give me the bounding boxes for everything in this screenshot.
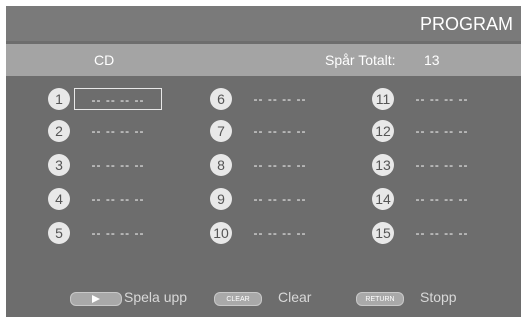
slot-number: 10 xyxy=(210,222,232,244)
slot-value[interactable]: -- -- -- -- xyxy=(74,88,162,110)
page-title: PROGRAM xyxy=(419,14,513,34)
slot-value[interactable]: -- -- -- -- xyxy=(398,120,486,142)
slot-value[interactable]: -- -- -- -- xyxy=(236,120,324,142)
disc-type: CD xyxy=(94,52,115,68)
slot-number: 7 xyxy=(210,120,232,142)
slot-value[interactable]: -- -- -- -- xyxy=(74,222,162,244)
slot-number: 11 xyxy=(372,88,394,110)
program-slot[interactable]: 15 -- -- -- -- xyxy=(372,222,482,246)
total-tracks-label: Spår Totalt: xyxy=(325,52,396,68)
slot-number: 12 xyxy=(372,120,394,142)
program-slot[interactable]: 11 -- -- -- -- xyxy=(372,88,482,112)
slot-value[interactable]: -- -- -- -- xyxy=(236,188,324,210)
return-button-text: RETURN xyxy=(365,295,395,303)
program-slot[interactable]: 10 -- -- -- -- xyxy=(210,222,320,246)
slot-value[interactable]: -- -- -- -- xyxy=(74,120,162,142)
program-slot[interactable]: 8 -- -- -- -- xyxy=(210,154,320,178)
slot-value[interactable]: -- -- -- -- xyxy=(74,188,162,210)
clear-label: Clear xyxy=(278,289,312,305)
slot-value[interactable]: -- -- -- -- xyxy=(398,154,486,176)
return-button[interactable]: RETURN xyxy=(356,292,404,306)
control-hints: Spela upp CLEAR Clear RETURN Stopp xyxy=(6,288,521,312)
program-slot[interactable]: 12 -- -- -- -- xyxy=(372,120,482,144)
program-slot[interactable]: 3 -- -- -- -- xyxy=(48,154,158,178)
play-icon xyxy=(92,295,100,303)
slot-number: 4 xyxy=(48,188,70,210)
play-button[interactable] xyxy=(70,292,122,306)
slot-number: 1 xyxy=(48,88,70,110)
program-slot[interactable]: 4 -- -- -- -- xyxy=(48,188,158,212)
slot-number: 14 xyxy=(372,188,394,210)
clear-button-text: CLEAR xyxy=(226,295,250,303)
play-label: Spela upp xyxy=(124,289,188,305)
slot-number: 3 xyxy=(48,154,70,176)
slot-number: 5 xyxy=(48,222,70,244)
slot-value[interactable]: -- -- -- -- xyxy=(236,88,324,110)
program-slot[interactable]: 6 -- -- -- -- xyxy=(210,88,320,112)
total-tracks-value: 13 xyxy=(424,52,440,68)
program-slot[interactable]: 1 -- -- -- -- xyxy=(48,88,162,112)
program-slot[interactable]: 14 -- -- -- -- xyxy=(372,188,482,212)
slot-number: 6 xyxy=(210,88,232,110)
program-slot[interactable]: 5 -- -- -- -- xyxy=(48,222,158,246)
clear-button[interactable]: CLEAR xyxy=(214,292,262,306)
program-slot[interactable]: 2 -- -- -- -- xyxy=(48,120,158,144)
slot-number: 13 xyxy=(372,154,394,176)
slot-number: 8 xyxy=(210,154,232,176)
title-bar: PROGRAM xyxy=(6,6,521,41)
slot-number: 15 xyxy=(372,222,394,244)
slot-value[interactable]: -- -- -- -- xyxy=(236,154,324,176)
slot-number: 2 xyxy=(48,120,70,142)
program-slot[interactable]: 9 -- -- -- -- xyxy=(210,188,320,212)
slot-value[interactable]: -- -- -- -- xyxy=(398,188,486,210)
program-slot[interactable]: 7 -- -- -- -- xyxy=(210,120,320,144)
slot-value[interactable]: -- -- -- -- xyxy=(398,222,486,244)
slot-value[interactable]: -- -- -- -- xyxy=(398,88,486,110)
program-screen: PROGRAM CD Spår Totalt: 13 1 -- -- -- --… xyxy=(6,6,521,317)
program-slot[interactable]: 13 -- -- -- -- xyxy=(372,154,482,178)
slot-value[interactable]: -- -- -- -- xyxy=(236,222,324,244)
info-bar: CD Spår Totalt: 13 xyxy=(6,44,521,76)
slot-number: 9 xyxy=(210,188,232,210)
slot-value[interactable]: -- -- -- -- xyxy=(74,154,162,176)
return-label: Stopp xyxy=(420,289,457,305)
